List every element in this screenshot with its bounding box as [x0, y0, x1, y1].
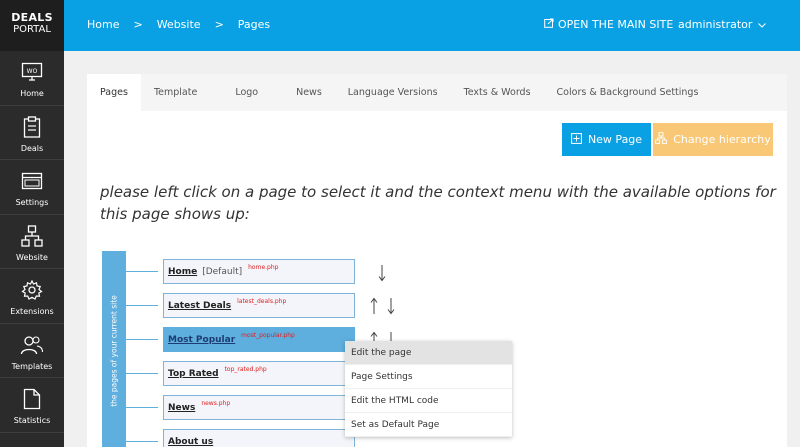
page-file: latest_deals.php: [237, 298, 287, 305]
connector-line: [126, 271, 158, 272]
sidebar-item-settings[interactable]: Settings: [0, 160, 64, 215]
home-monitor-icon: WO: [0, 60, 64, 84]
sidebar-item-extensions[interactable]: Extensions: [0, 269, 64, 324]
open-main-site-link[interactable]: OPEN THE MAIN SITE: [544, 18, 673, 31]
svg-text:WO: WO: [27, 68, 38, 75]
menu-item-edit-page[interactable]: Edit the page: [345, 341, 512, 365]
tab-news[interactable]: News: [283, 74, 335, 111]
page-name: Most Popular: [168, 334, 236, 345]
user-name: administrator: [678, 18, 753, 31]
chevron-down-icon: [758, 18, 767, 31]
tab-texts-words[interactable]: Texts & Words: [451, 74, 544, 111]
top-bar: Home > Website > Pages OPEN THE MAIN SIT…: [64, 0, 800, 51]
change-hierarchy-button[interactable]: Change hierarchy: [653, 123, 773, 156]
page-name: Top Rated: [168, 368, 219, 379]
sidebar-item-deals[interactable]: Deals: [0, 106, 64, 160]
page-file: top_rated.php: [224, 366, 267, 373]
connector-line: [126, 305, 158, 306]
sidebar: DEALS PORTAL WO Home Deals Settings Webs…: [0, 0, 64, 447]
menu-item-edit-html[interactable]: Edit the HTML code: [345, 389, 512, 413]
brand-logo[interactable]: DEALS PORTAL: [0, 0, 64, 51]
tab-template[interactable]: Template: [141, 74, 210, 111]
page-name: About us: [168, 436, 214, 447]
sidebar-item-home[interactable]: WO Home: [0, 51, 64, 106]
change-hierarchy-label: Change hierarchy: [673, 133, 771, 146]
sidebar-item-label: Deals: [20, 143, 44, 153]
sidebar-item-label: Settings: [15, 198, 49, 207]
sidebar-item-website[interactable]: Website: [0, 215, 64, 269]
instruction-text: please left click on a page to select it…: [100, 183, 776, 223]
page-name: Latest Deals: [168, 300, 232, 311]
sidebar-item-label: Templates: [11, 361, 53, 371]
menu-item-page-settings[interactable]: Page Settings: [345, 365, 512, 389]
user-menu[interactable]: administrator: [678, 18, 767, 31]
tab-bar: Pages Template Logo News Language Versio…: [87, 74, 787, 111]
document-icon: [0, 387, 64, 411]
pages-sidebar-bar: the pages of your current site: [102, 251, 126, 447]
page-name: Home: [168, 266, 198, 277]
page-context-menu: Edit the page Page Settings Edit the HTM…: [345, 341, 512, 437]
sidebar-item-statistics[interactable]: Statistics: [0, 378, 64, 433]
brand-line1: DEALS: [11, 11, 53, 24]
pages-sidebar-label: the pages of your current site: [109, 295, 119, 407]
sidebar-item-templates[interactable]: Templates: [0, 324, 64, 378]
sidebar-item-label: Statistics: [13, 416, 51, 425]
content-card: Pages Template Logo News Language Versio…: [87, 74, 787, 447]
window-icon: [0, 169, 64, 193]
users-icon: [0, 333, 64, 357]
move-down-arrow-icon[interactable]: [387, 297, 395, 315]
tab-logo[interactable]: Logo: [210, 74, 283, 111]
breadcrumb-website[interactable]: Website: [157, 18, 201, 31]
page-item-home[interactable]: Home [Default] home.php: [163, 259, 355, 284]
page-name: News: [168, 402, 196, 413]
menu-item-set-default[interactable]: Set as Default Page: [345, 413, 512, 437]
sidebar-item-label: Home: [20, 89, 44, 98]
breadcrumb-home[interactable]: Home: [87, 18, 119, 31]
move-down-arrow-icon[interactable]: [378, 264, 386, 282]
connector-line: [126, 407, 158, 408]
breadcrumb-separator: >: [214, 18, 224, 31]
external-link-icon: [544, 18, 554, 31]
connector-line: [126, 441, 158, 442]
breadcrumb-separator: >: [133, 18, 143, 31]
sidebar-item-label: Extensions: [10, 307, 54, 316]
sitemap-icon: [0, 224, 64, 248]
tab-pages[interactable]: Pages: [87, 74, 141, 111]
breadcrumb: Home > Website > Pages: [87, 18, 270, 31]
brand-line2: PORTAL: [13, 24, 51, 35]
page-item-news[interactable]: News news.php: [163, 395, 355, 420]
page-default-tag: [Default]: [202, 266, 243, 277]
new-page-button[interactable]: New Page: [562, 123, 651, 156]
add-page-icon: [571, 132, 582, 147]
clipboard-icon: [0, 115, 64, 139]
connector-line: [126, 373, 158, 374]
tab-colors-background[interactable]: Colors & Background Settings: [544, 74, 712, 111]
breadcrumb-pages[interactable]: Pages: [238, 18, 270, 31]
gear-icon: [0, 278, 64, 302]
page-file: news.php: [201, 400, 231, 407]
sidebar-item-label: Website: [16, 252, 48, 262]
new-page-label: New Page: [587, 133, 643, 146]
connector-line: [126, 339, 158, 340]
page-file: home.php: [248, 264, 279, 271]
page-item-most-popular[interactable]: Most Popular most_popular.php: [163, 327, 355, 352]
page-file: most_popular.php: [241, 332, 295, 339]
move-up-arrow-icon[interactable]: [370, 297, 378, 315]
page-item-about-us[interactable]: About us: [163, 429, 355, 447]
page-item-latest-deals[interactable]: Latest Deals latest_deals.php: [163, 293, 355, 318]
tab-language-versions[interactable]: Language Versions: [335, 74, 451, 111]
page-tree-illustration: the pages of your current site Home [Def…: [102, 251, 702, 447]
hierarchy-icon: [655, 132, 668, 147]
page-item-top-rated[interactable]: Top Rated top_rated.php: [163, 361, 355, 386]
open-main-site-label: OPEN THE MAIN SITE: [558, 18, 674, 31]
